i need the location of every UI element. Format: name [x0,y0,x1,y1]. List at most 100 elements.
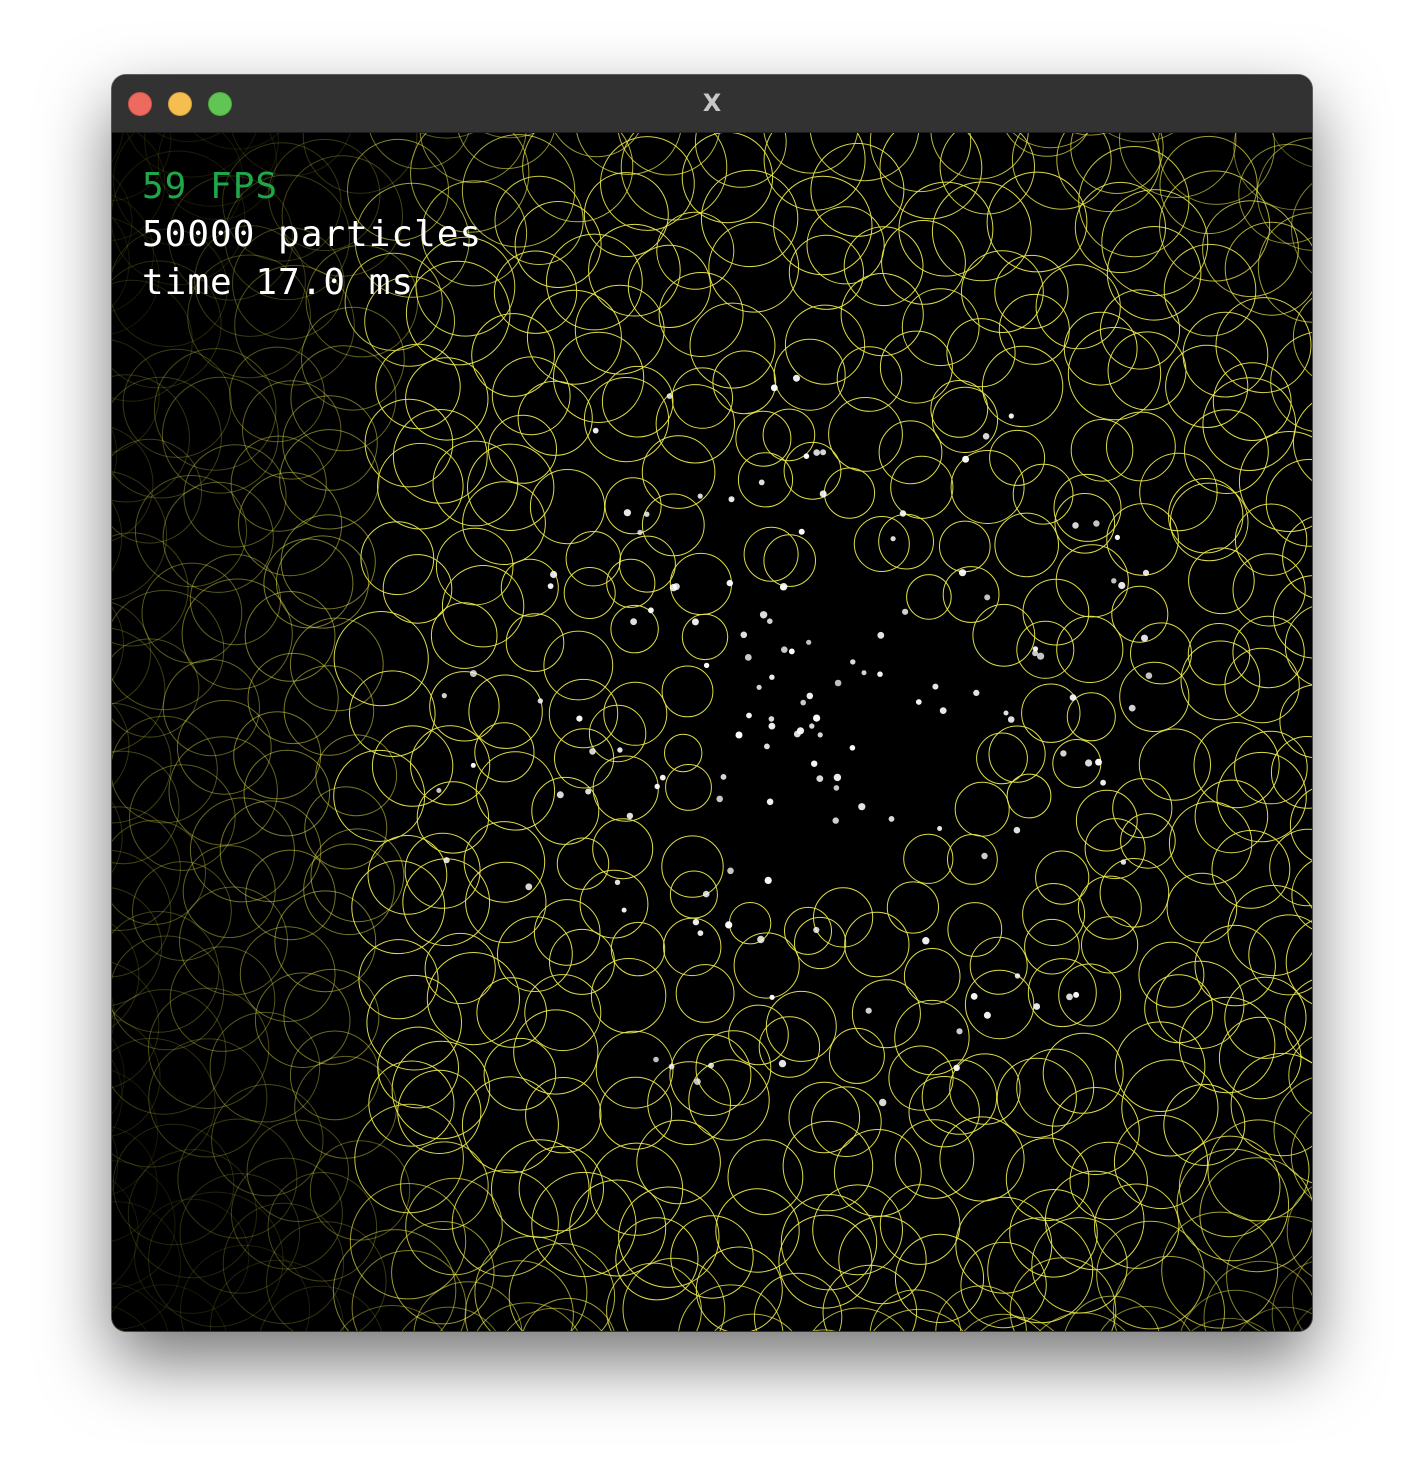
particle-dot [817,732,823,738]
particle-ring [209,1259,344,1331]
particle-ring [1286,1186,1312,1277]
particle-dot [735,731,743,739]
particle-ring [301,306,405,411]
particle-dot [768,722,776,730]
particle-ring [641,435,716,509]
particle-ring [348,670,436,758]
particle-ring [430,602,498,669]
particle-dot [653,1056,659,1063]
particle-ring [333,749,426,842]
particle-ring [531,776,600,845]
particle-dot [654,783,660,790]
particle-dot [788,648,795,655]
particle-dot [778,1059,787,1068]
particle-ring [1027,958,1097,1028]
particle-ring [788,234,865,310]
particle-ring [505,613,565,672]
particle-ring [392,409,488,504]
particle-ring [946,318,1016,388]
particle-ring [565,531,621,587]
particle-dot [623,509,631,517]
particle-dot [740,631,748,639]
particle-ring [1016,620,1075,679]
particle-dot [744,654,752,661]
particle-ring [812,1307,905,1331]
particle-ring [828,1027,885,1084]
particle-ring [1211,830,1291,909]
particle-dot [1145,672,1153,679]
particle-ring [669,552,733,616]
particle-ring [1187,623,1251,686]
particle-ring [424,932,496,1005]
particle-dot [659,774,666,781]
particle-ring [377,1026,460,1109]
particle-ring [153,348,277,471]
particle-ring [888,1045,954,1111]
particle-ring [996,1057,1077,1139]
particle-dot [819,490,827,498]
particle-ring [358,939,439,1020]
particle-dot [770,384,778,392]
particle-ring [1179,996,1276,1094]
particle-ring [1284,606,1312,686]
particle-dot [890,536,896,542]
particle-ring [589,1142,684,1236]
particle-dot [1128,704,1136,712]
particle-ring [606,1262,702,1331]
title-bar[interactable]: X [112,75,1312,133]
particle-ring [989,429,1046,486]
particle-dot [720,774,727,780]
particle-ring [994,254,1069,330]
particle-ring [823,467,876,519]
particle-dot [692,918,700,926]
particle-dot [1073,991,1080,998]
particle-dot [781,646,788,653]
particle-ring [1269,828,1312,907]
particle-ring [1188,547,1255,615]
simulation-canvas[interactable]: 59 FPS 50000 particles time 17.0 ms [112,133,1312,1331]
particle-dot [1093,520,1100,527]
particle-ring [733,932,800,999]
particle-ring [947,902,1003,957]
particle-ring [1270,331,1312,432]
particle-ring [714,1313,793,1331]
particle-ring [622,1257,726,1331]
particle-ring [773,175,873,276]
particle-ring [289,617,384,712]
particle-ring [898,181,994,277]
particle-ring [828,397,903,472]
particle-ring [162,481,274,593]
particle-ring [112,1070,158,1195]
particle-ring [981,345,1064,428]
particle-ring [879,133,983,220]
particle-dot [1008,413,1014,419]
particle-ring [794,916,847,970]
particle-ring [1073,133,1108,136]
particle-dot [1095,758,1102,766]
particle-ring [364,398,454,488]
particle-ring [360,521,435,596]
particle-dot [982,433,990,440]
particle-ring [247,652,339,745]
particle-dot [585,788,592,795]
particle-ring [1226,1216,1312,1331]
particle-ring [809,133,920,182]
particle-dot [617,747,623,753]
particle-dot [759,611,768,619]
particle-dot [746,712,752,719]
particle-ring [405,357,489,441]
particle-ring [737,452,794,508]
particle-ring [604,477,662,535]
particle-ring [1022,578,1090,646]
particle-dot [726,579,733,587]
particle-ring [129,764,236,871]
particle-dot [589,748,596,755]
particle-ring [1112,778,1173,839]
particle-ring [661,665,714,718]
particle-ring [1234,503,1308,576]
particle-ring [715,1188,800,1273]
particle-ring [112,216,130,308]
particle-ring [879,330,953,404]
particle-dot [1114,534,1120,540]
particle-ring [930,380,989,438]
